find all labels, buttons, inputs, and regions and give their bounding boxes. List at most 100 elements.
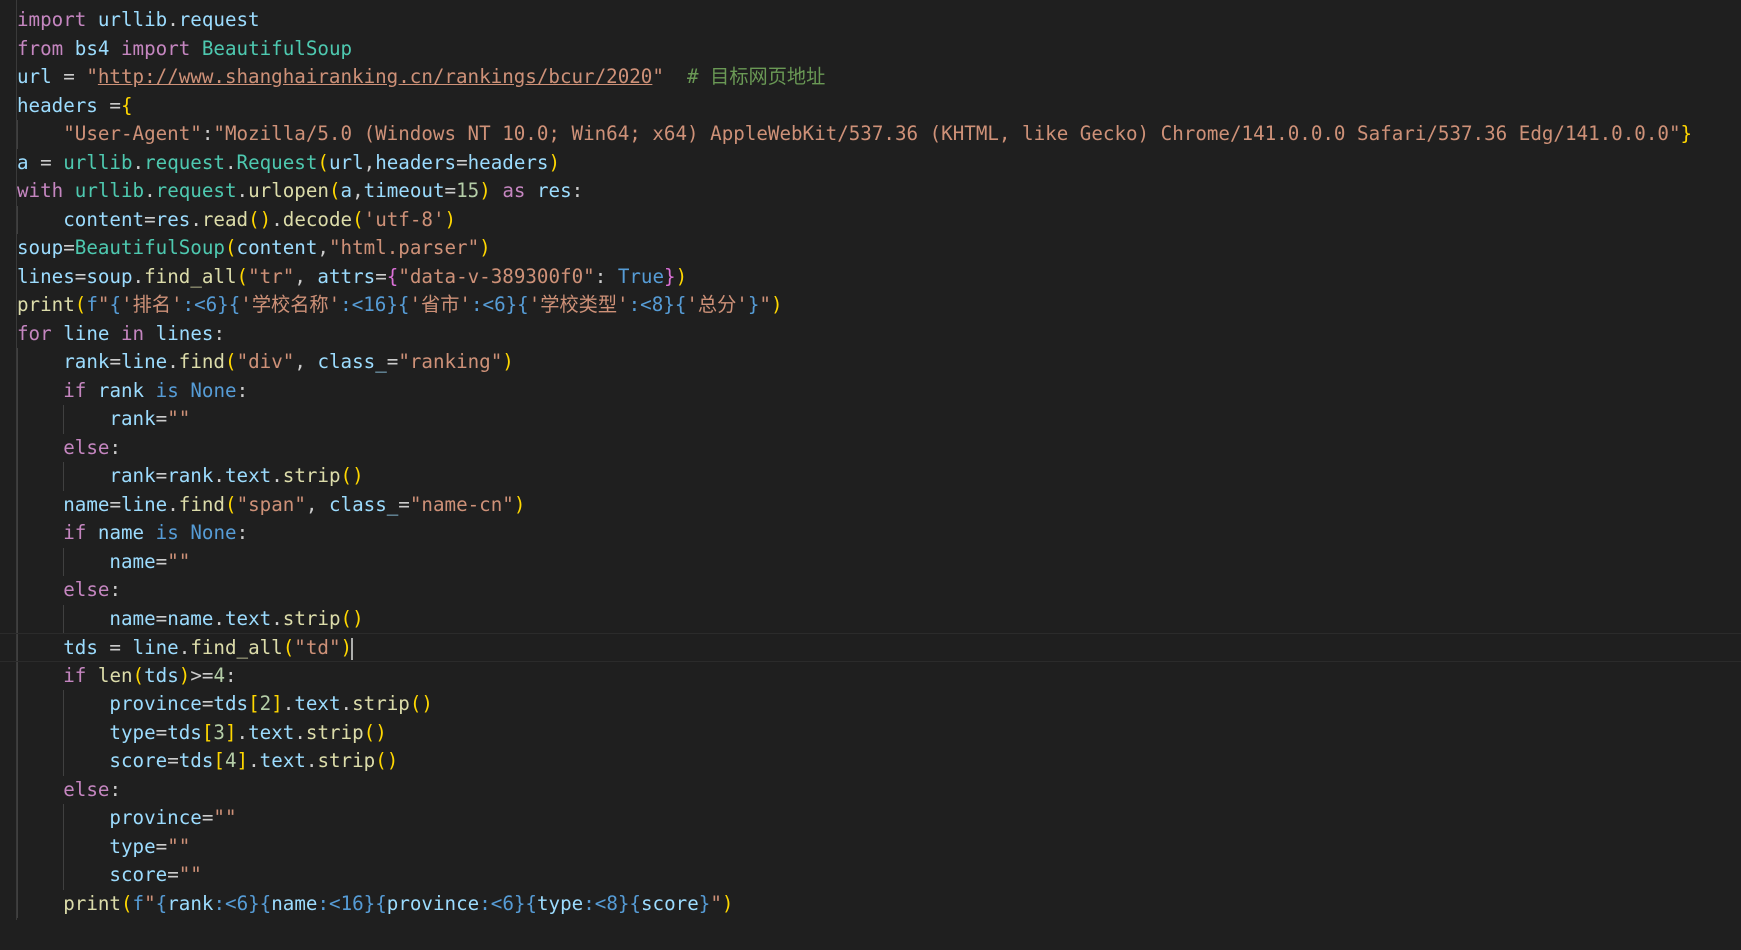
code-line-18[interactable]: name=line.find("span", class_="name-cn") bbox=[0, 490, 1741, 519]
indent-guide bbox=[17, 462, 18, 491]
indent-guide bbox=[17, 690, 18, 719]
bracket: { bbox=[120, 93, 133, 117]
function-name: find bbox=[178, 492, 225, 516]
code-line-6[interactable]: a = urllib.request.Request(url,headers=h… bbox=[0, 149, 1741, 178]
code-line-2[interactable]: from bs4 import BeautifulSoup bbox=[0, 35, 1741, 64]
code-line-8[interactable]: content=res.read().decode('utf-8') bbox=[0, 205, 1741, 234]
indent-guide bbox=[17, 718, 18, 747]
code-line-9[interactable]: soup=BeautifulSoup(content,"html.parser"… bbox=[0, 234, 1741, 263]
indent-guide bbox=[63, 832, 64, 861]
variable: rank bbox=[109, 407, 156, 430]
variable: headers bbox=[375, 150, 457, 174]
bracket: ) bbox=[444, 207, 457, 231]
code-line-11[interactable]: print(f"{'排名':<6}{'学校名称':<16}{'省市':<6}{'… bbox=[0, 291, 1741, 320]
indent-guide bbox=[17, 205, 18, 234]
code-line-10[interactable]: lines=soup.find_all("tr", attrs={"data-v… bbox=[0, 263, 1741, 292]
number-literal: 15 bbox=[456, 179, 480, 202]
string-literal: '省市' bbox=[409, 293, 471, 316]
variable: line bbox=[121, 492, 168, 516]
code-line-25[interactable]: province=tds[2].text.strip() bbox=[0, 690, 1741, 719]
string-literal: "name-cn" bbox=[409, 492, 514, 516]
indent-guide bbox=[63, 604, 64, 633]
code-line-23[interactable]: tds = line.find_all("td") bbox=[0, 633, 1741, 662]
indent-guide bbox=[17, 376, 18, 405]
code-line-3[interactable]: url = "http://www.shanghairanking.cn/ran… bbox=[0, 63, 1741, 92]
module-name: request bbox=[178, 8, 260, 31]
code-line-21[interactable]: else: bbox=[0, 576, 1741, 605]
code-line-30[interactable]: type="" bbox=[0, 832, 1741, 861]
code-line-7[interactable]: with urllib.request.urlopen(a,timeout=15… bbox=[0, 177, 1741, 206]
indent-guide bbox=[17, 604, 18, 633]
code-line-16[interactable]: else: bbox=[0, 433, 1741, 462]
class-name: BeautifulSoup bbox=[201, 36, 353, 60]
code-line-13[interactable]: rank=line.find("div", class_="ranking") bbox=[0, 348, 1741, 377]
variable: text bbox=[248, 720, 295, 744]
number-literal: 2 bbox=[259, 692, 272, 715]
keyword: else bbox=[63, 435, 110, 459]
code-line-27[interactable]: score=tds[4].text.strip() bbox=[0, 747, 1741, 776]
variable: headers bbox=[17, 93, 98, 117]
code-line-19[interactable]: if name is None: bbox=[0, 519, 1741, 548]
indent-guide bbox=[17, 433, 18, 462]
code-line-32[interactable]: print(f"{rank:<6}{name:<16}{province:<6}… bbox=[0, 889, 1741, 918]
format-spec: : bbox=[583, 891, 595, 915]
format-spec: <6 bbox=[225, 891, 249, 915]
function-name: strip bbox=[352, 692, 410, 715]
indent-guide bbox=[63, 747, 64, 776]
variable: rank bbox=[63, 350, 110, 373]
code-line-24[interactable]: if len(tds)>=4: bbox=[0, 661, 1741, 690]
indent-guide bbox=[17, 120, 18, 149]
function-name: urlopen bbox=[248, 179, 329, 202]
variable: class_ bbox=[317, 350, 387, 373]
variable: tds bbox=[213, 692, 249, 715]
keyword: with bbox=[17, 179, 64, 202]
code-line-14[interactable]: if rank is None: bbox=[0, 376, 1741, 405]
bracket: ) bbox=[548, 150, 561, 174]
function-name: strip bbox=[282, 606, 341, 630]
bracket: ( bbox=[74, 293, 87, 316]
text-cursor bbox=[351, 637, 354, 660]
variable: tds bbox=[63, 636, 98, 659]
code-line-12[interactable]: for line in lines: bbox=[0, 320, 1741, 349]
variable: tds bbox=[167, 720, 202, 744]
keyword: is bbox=[155, 521, 179, 544]
keyword: from bbox=[17, 36, 64, 60]
code-line-15[interactable]: rank="" bbox=[0, 405, 1741, 434]
variable: lines bbox=[155, 321, 214, 345]
code-line-29[interactable]: province="" bbox=[0, 804, 1741, 833]
variable: name bbox=[63, 492, 110, 516]
code-line-1[interactable]: import urllib.request bbox=[0, 6, 1741, 35]
string-literal: "tr" bbox=[248, 264, 295, 288]
format-spec: : bbox=[317, 891, 330, 915]
variable: res bbox=[537, 179, 572, 202]
url-link[interactable]: http://www.shanghairanking.cn/rankings/b… bbox=[98, 65, 653, 88]
code-line-20[interactable]: name="" bbox=[0, 547, 1741, 576]
keyword: import bbox=[17, 8, 87, 31]
string-literal: "" bbox=[178, 863, 202, 886]
string-literal: "html.parser" bbox=[328, 236, 480, 259]
string-literal: "div" bbox=[236, 350, 295, 373]
code-editor[interactable]: import urllib.request from bs4 import Be… bbox=[0, 0, 1741, 950]
variable: score bbox=[109, 749, 168, 772]
code-line-5[interactable]: "User-Agent":"Mozilla/5.0 (Windows NT 10… bbox=[0, 120, 1741, 149]
indent-guide bbox=[17, 490, 18, 519]
bracket: ( bbox=[225, 350, 237, 373]
code-line-31[interactable]: score="" bbox=[0, 861, 1741, 890]
bracket: ) bbox=[675, 264, 688, 288]
bracket: ) bbox=[502, 350, 514, 373]
code-area[interactable]: import urllib.request from bs4 import Be… bbox=[0, 6, 1741, 918]
code-line-26[interactable]: type=tds[3].text.strip() bbox=[0, 718, 1741, 747]
bracket: } bbox=[1680, 122, 1693, 145]
indent-guide bbox=[17, 804, 18, 833]
string-literal: '学校类型' bbox=[528, 293, 629, 316]
bracket: { bbox=[386, 264, 399, 288]
code-line-4[interactable]: headers ={ bbox=[0, 92, 1741, 121]
keyword: None bbox=[190, 378, 237, 402]
variable: url bbox=[17, 65, 52, 88]
code-line-17[interactable]: rank=rank.text.strip() bbox=[0, 462, 1741, 491]
bracket: [ bbox=[201, 720, 214, 744]
code-line-28[interactable]: else: bbox=[0, 775, 1741, 804]
bracket: ) bbox=[513, 492, 526, 516]
code-line-22[interactable]: name=name.text.strip() bbox=[0, 604, 1741, 633]
indent-guide bbox=[17, 634, 18, 661]
